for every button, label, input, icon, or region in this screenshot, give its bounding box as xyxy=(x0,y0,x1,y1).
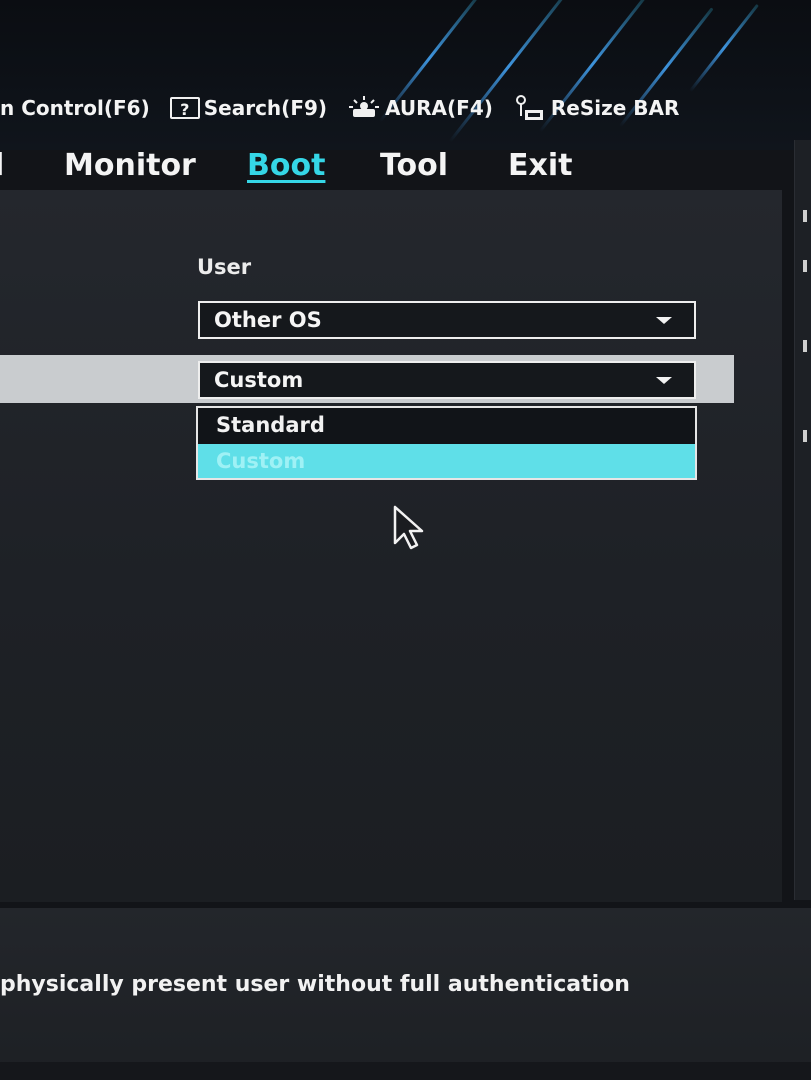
hotkey-resize-bar[interactable]: ReSize BAR xyxy=(513,94,680,122)
aura-light-icon xyxy=(347,95,381,121)
hotkey-label: n Control(F6) xyxy=(0,96,150,120)
main-tab-bar: l Monitor Boot Tool Exit xyxy=(0,148,780,192)
hotkey-label: Search(F9) xyxy=(203,96,328,120)
user-label: User xyxy=(197,255,252,279)
chevron-down-icon xyxy=(656,317,672,324)
help-description: physically present user without full aut… xyxy=(0,972,630,997)
hotkey-aura[interactable]: AURA(F4) xyxy=(347,95,493,121)
bottom-strip xyxy=(0,1062,811,1080)
os-type-select[interactable]: Other OS xyxy=(198,301,696,339)
tab-partial[interactable]: l xyxy=(0,148,4,183)
os-type-value: Other OS xyxy=(214,308,322,332)
dropdown-option-custom[interactable]: Custom xyxy=(198,444,695,478)
tab-monitor[interactable]: Monitor xyxy=(64,148,196,183)
panel-fragment xyxy=(803,430,807,442)
tab-tool[interactable]: Tool xyxy=(380,148,448,183)
panel-fragment xyxy=(803,260,807,272)
dropdown-menu: Standard Custom xyxy=(196,406,697,480)
hotkey-label: ReSize BAR xyxy=(550,96,680,120)
hotkey-search[interactable]: ? Search(F9) xyxy=(169,96,328,120)
resize-bar-icon xyxy=(513,94,547,122)
top-banner: n Control(F6) ? Search(F9) AURA(F4) ReSi… xyxy=(0,0,811,150)
question-box-icon: ? xyxy=(169,97,200,119)
panel-fragment xyxy=(803,340,807,352)
dropdown-option-standard[interactable]: Standard xyxy=(198,408,695,442)
chevron-down-icon xyxy=(656,377,672,384)
key-management-select[interactable]: Custom xyxy=(198,361,696,399)
hotkey-fan-control[interactable]: n Control(F6) xyxy=(0,96,150,120)
hotkey-label: AURA(F4) xyxy=(385,96,493,120)
settings-panel xyxy=(0,190,782,902)
tab-boot[interactable]: Boot xyxy=(247,148,325,183)
key-management-value: Custom xyxy=(214,368,304,392)
hotkey-bar: n Control(F6) ? Search(F9) AURA(F4) ReSi… xyxy=(0,88,699,128)
tab-exit[interactable]: Exit xyxy=(508,148,572,183)
mouse-pointer-icon xyxy=(392,505,432,555)
right-info-panel xyxy=(794,140,811,900)
banner-decoration xyxy=(688,3,759,93)
panel-fragment xyxy=(803,210,807,222)
